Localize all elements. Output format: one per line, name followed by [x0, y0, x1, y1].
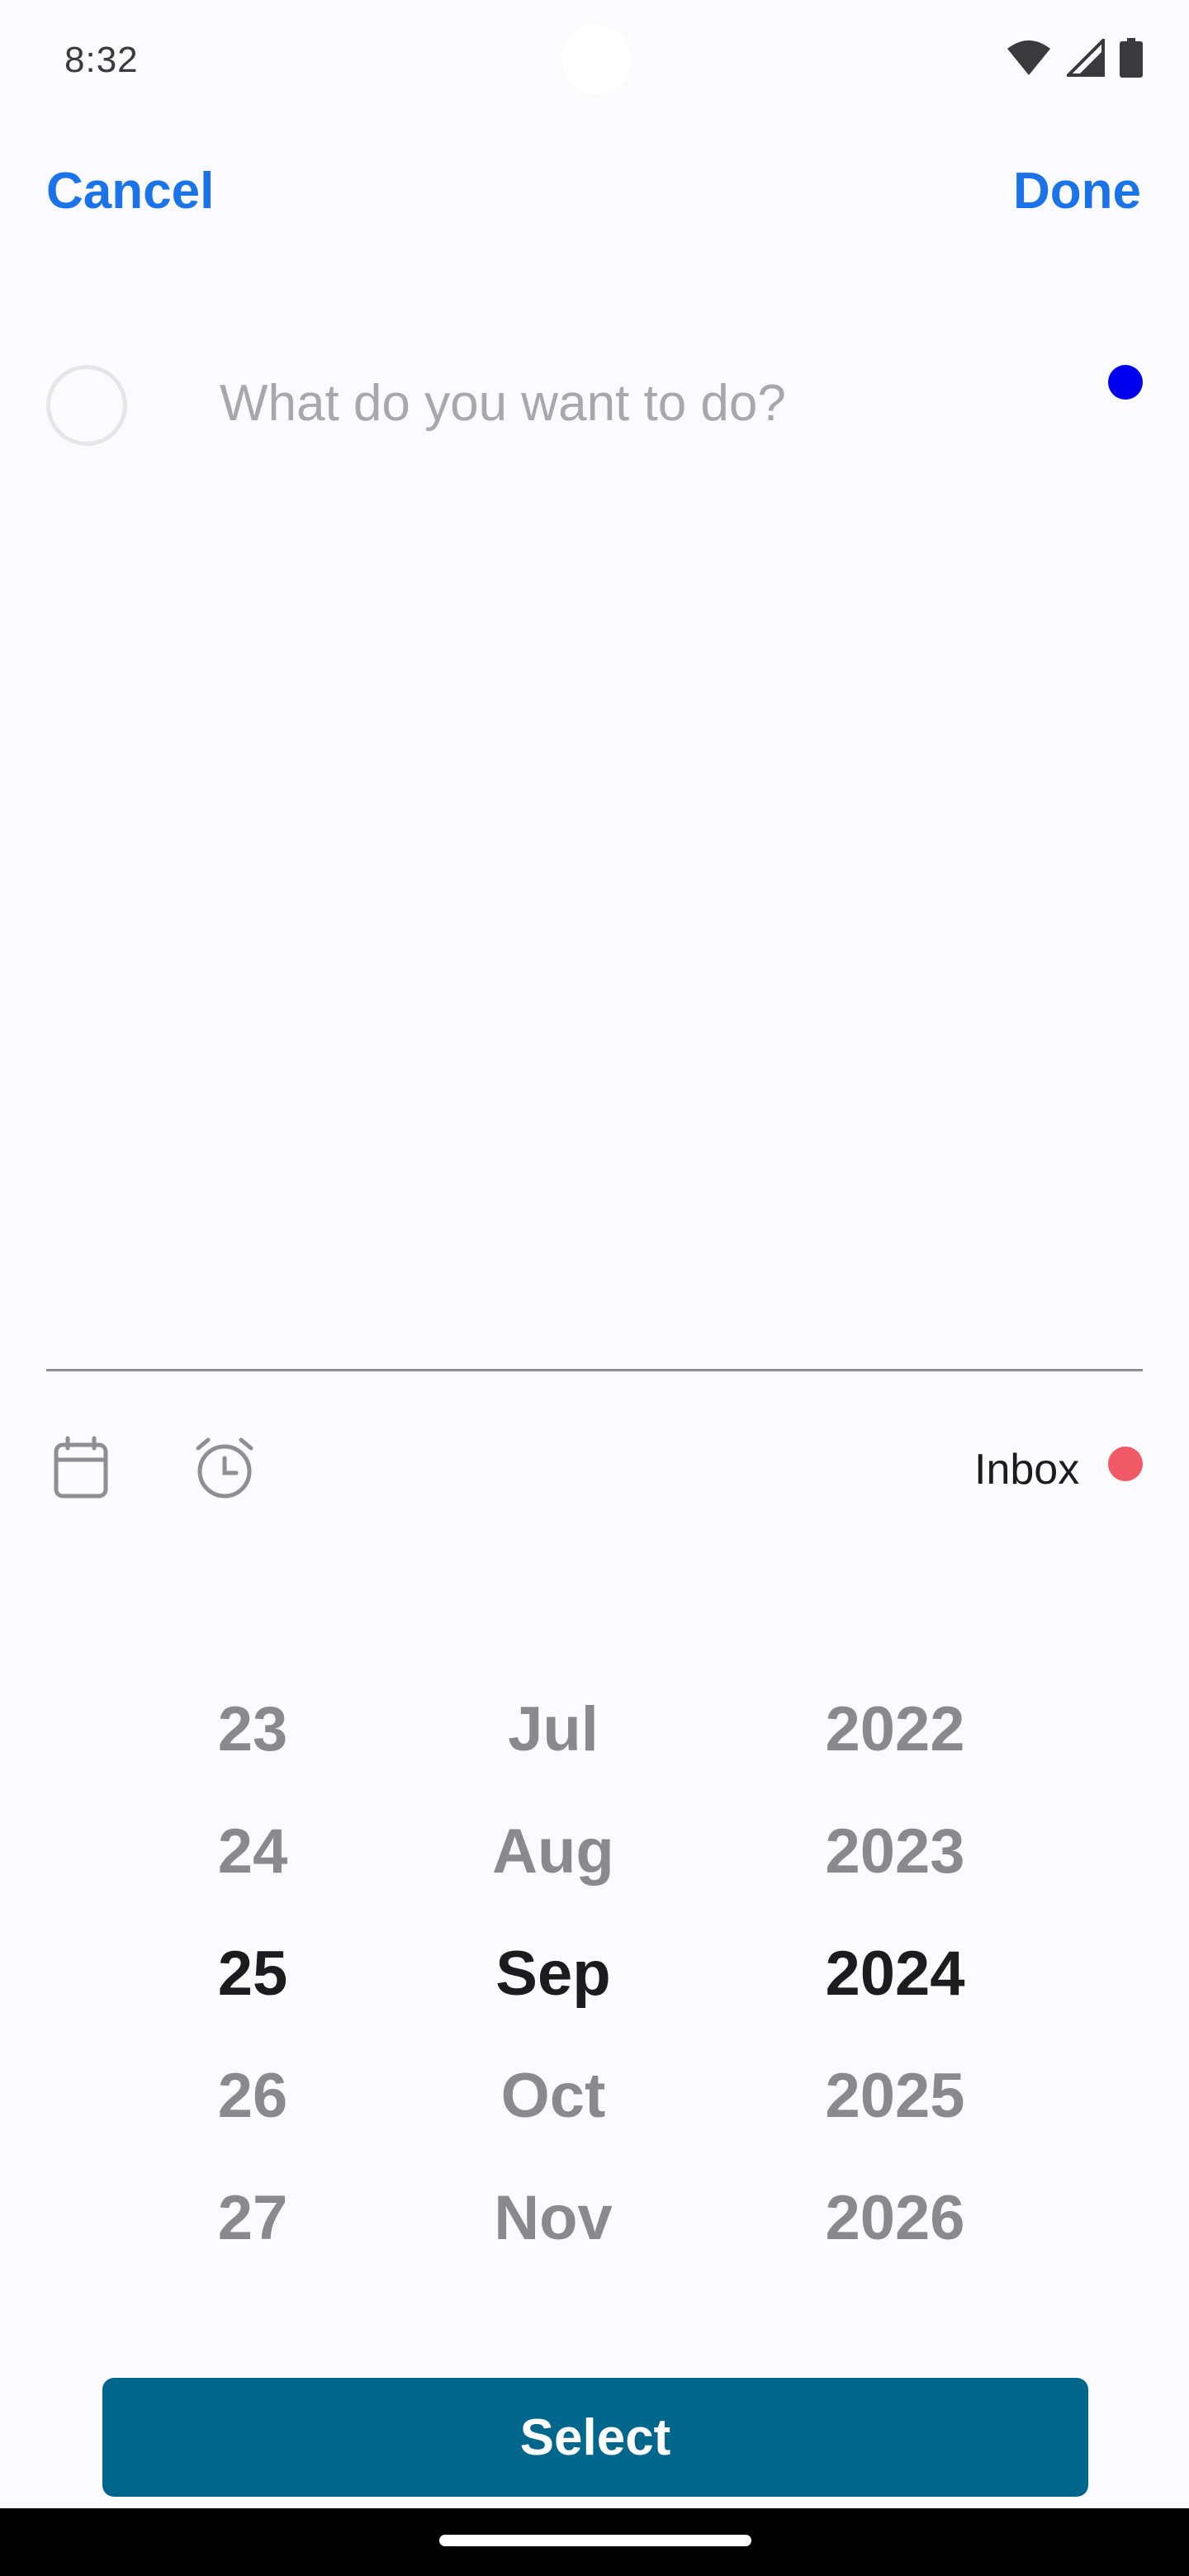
picker-day-option[interactable]: 26	[121, 2034, 385, 2157]
done-button[interactable]: Done	[1013, 162, 1141, 220]
calendar-icon[interactable]	[48, 1435, 114, 1501]
year-picker-column[interactable]: 2022 2023 2024 2025 2026	[763, 1668, 1027, 2279]
battery-icon	[1120, 38, 1143, 78]
picker-day-option[interactable]: 23	[121, 1668, 385, 1790]
status-icons	[1006, 38, 1143, 78]
picker-day-selected[interactable]: 25	[121, 1912, 385, 2034]
task-complete-checkbox[interactable]	[46, 365, 127, 446]
picker-month-option[interactable]: Oct	[421, 2034, 685, 2157]
picker-year-option[interactable]: 2023	[763, 1790, 1027, 1912]
day-picker-column[interactable]: 23 24 25 26 27	[121, 1668, 385, 2279]
picker-year-option[interactable]: 2025	[763, 2034, 1027, 2157]
picker-year-selected[interactable]: 2024	[763, 1912, 1027, 2034]
status-time: 8:32	[64, 40, 139, 80]
picker-day-option[interactable]: 27	[121, 2157, 385, 2279]
picker-day-option[interactable]: 24	[121, 1790, 385, 1912]
signal-icon	[1067, 39, 1105, 77]
priority-indicator[interactable]	[1108, 365, 1143, 400]
divider	[46, 1369, 1143, 1371]
home-gesture-handle[interactable]	[439, 2535, 751, 2546]
list-selector-label[interactable]: Inbox	[974, 1445, 1079, 1494]
month-picker-column[interactable]: Jul Aug Sep Oct Nov	[421, 1668, 685, 2279]
picker-month-option[interactable]: Aug	[421, 1790, 685, 1912]
picker-year-option[interactable]: 2026	[763, 2157, 1027, 2279]
task-title-input[interactable]	[220, 370, 1045, 436]
wifi-icon	[1007, 40, 1050, 75]
select-date-button[interactable]: Select	[102, 2378, 1088, 2497]
list-color-dot[interactable]	[1108, 1447, 1143, 1481]
picker-month-selected[interactable]: Sep	[421, 1912, 685, 2034]
cancel-button[interactable]: Cancel	[46, 162, 214, 220]
picker-year-option[interactable]: 2022	[763, 1668, 1027, 1790]
picker-month-option[interactable]: Jul	[421, 1668, 685, 1790]
picker-month-option[interactable]: Nov	[421, 2157, 685, 2279]
camera-cutout	[561, 25, 631, 94]
alarm-clock-icon[interactable]	[192, 1435, 258, 1501]
